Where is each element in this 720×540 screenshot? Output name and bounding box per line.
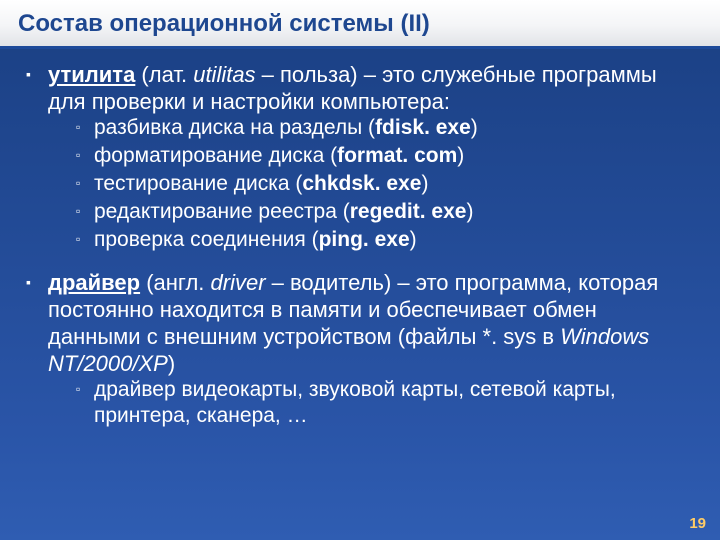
sub-bullet: ▫ редактирование реестра (regedit. exe) [76,199,473,227]
slide: Состав операционной системы (II) ▪ утили… [0,0,720,540]
sub-bullet-text: проверка соединения (ping. exe) [94,227,417,255]
sub-bullet: ▫ разбивка диска на разделы (fdisk. exe) [76,115,478,143]
bullet-utility: ▪ утилита (лат. utilitas – польза) – это… [26,61,694,255]
sub-bullet: ▫ проверка соединения (ping. exe) [76,227,417,255]
bullet-icon: ▪ [26,269,48,377]
bullet-icon: ▫ [76,377,94,429]
bullet-icon: ▫ [76,227,94,255]
bullet-text: драйвер (англ. driver – водитель) – это … [48,269,694,377]
sub-bullet-text: форматирование диска (format. com) [94,143,464,171]
bullet-driver: ▪ драйвер (англ. driver – водитель) – эт… [26,269,694,429]
sub-bullet: ▫ драйвер видеокарты, звуковой карты, се… [76,377,694,429]
sub-bullet-text: разбивка диска на разделы (fdisk. exe) [94,115,478,143]
sub-bullet-text: тестирование диска (chkdsk. exe) [94,171,428,199]
slide-title: Состав операционной системы (II) [0,0,720,49]
sub-bullet: ▫ форматирование диска (format. com) [76,143,464,171]
sub-bullet-text: драйвер видеокарты, звуковой карты, сете… [94,377,694,429]
bullet-text: утилита (лат. utilitas – польза) – это с… [48,61,694,115]
sub-bullet-text: редактирование реестра (regedit. exe) [94,199,473,227]
sub-bullet: ▫ тестирование диска (chkdsk. exe) [76,171,428,199]
page-number: 19 [689,515,706,532]
bullet-icon: ▫ [76,143,94,171]
bullet-icon: ▫ [76,115,94,143]
slide-content: ▪ утилита (лат. utilitas – польза) – это… [0,49,720,429]
bullet-icon: ▫ [76,199,94,227]
bullet-icon: ▫ [76,171,94,199]
bullet-icon: ▪ [26,61,48,115]
